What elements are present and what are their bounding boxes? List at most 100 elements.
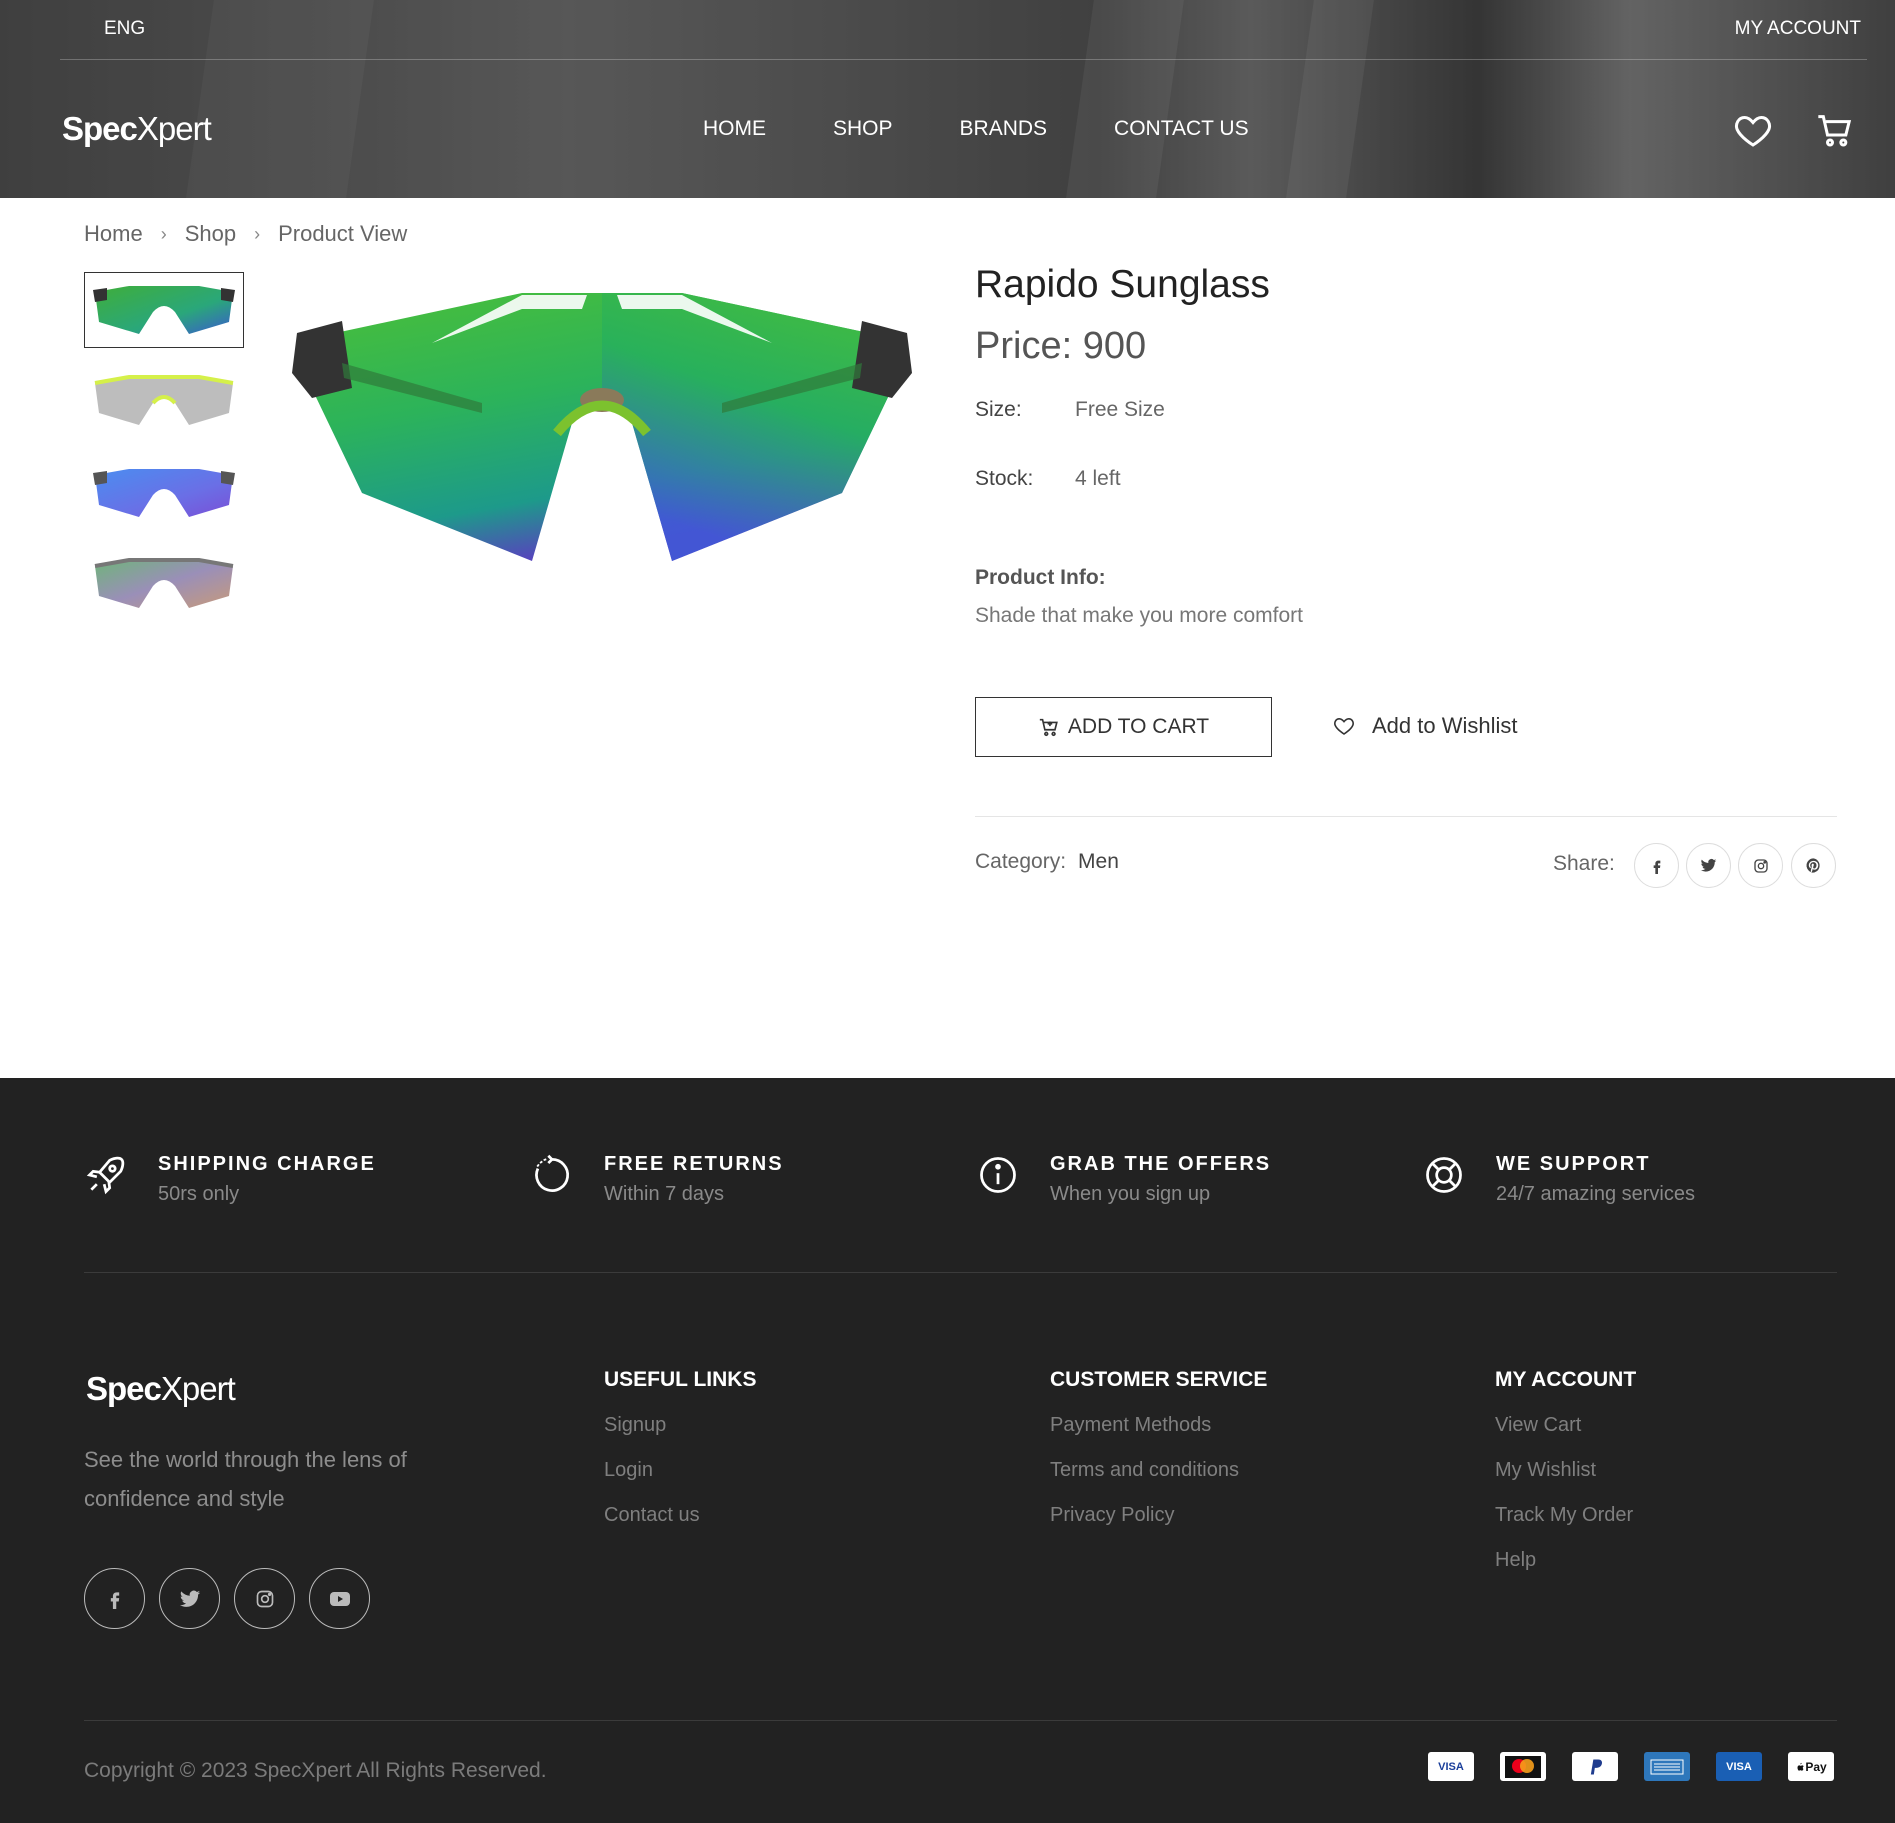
footer-link-view-cart[interactable]: View Cart — [1495, 1414, 1636, 1459]
footer-instagram-icon[interactable] — [234, 1568, 295, 1629]
breadcrumb-home[interactable]: Home — [84, 221, 143, 247]
cart-icon — [1039, 718, 1058, 737]
thumbnail-rainbow[interactable] — [84, 546, 244, 622]
logo-light: Xpert — [136, 110, 212, 147]
footer-divider — [84, 1272, 1837, 1273]
breadcrumb-current: Product View — [278, 221, 408, 246]
thumbnail-silver[interactable] — [84, 363, 244, 439]
product-divider — [975, 816, 1837, 817]
main-nav: HOME SHOP BRANDS CONTACT US — [703, 117, 1316, 141]
category-label: Category: — [975, 850, 1067, 873]
add-to-wishlist-label: Add to Wishlist — [1372, 713, 1518, 738]
size-label: Size: — [975, 398, 1022, 421]
footer-link-signup[interactable]: Signup — [604, 1414, 756, 1459]
useful-links-column: USEFUL LINKS Signup Login Contact us — [604, 1368, 756, 1549]
stock-value: 4 left — [1075, 467, 1121, 490]
footer-logo-light: Xpert — [160, 1370, 236, 1407]
footer-twitter-icon[interactable] — [159, 1568, 220, 1629]
feature-title: SHIPPING CHARGE — [158, 1153, 376, 1175]
wishlist-heart-icon[interactable] — [1733, 110, 1773, 150]
breadcrumb: Home › Shop › Product View — [84, 221, 407, 247]
footer-link-contact[interactable]: Contact us — [604, 1504, 756, 1549]
site-header: ENG MY ACCOUNT SpecXpert HOME SHOP BRAND… — [0, 0, 1895, 198]
feature-title: FREE RETURNS — [604, 1153, 784, 1175]
add-to-cart-label: ADD TO CART — [1067, 715, 1210, 738]
share-label: Share: — [1553, 852, 1615, 875]
site-logo[interactable]: SpecXpert — [62, 110, 212, 148]
visa-label: VISA — [1438, 1760, 1464, 1773]
feature-subtitle: Within 7 days — [604, 1183, 725, 1205]
amex-icon — [1644, 1752, 1690, 1781]
useful-links-heading: USEFUL LINKS — [604, 1368, 757, 1391]
site-footer: SHIPPING CHARGE 50rs only FREE RETURNS W… — [0, 1078, 1895, 1823]
my-account-heading: MY ACCOUNT — [1495, 1368, 1637, 1391]
nav-home[interactable]: HOME — [703, 117, 766, 141]
footer-link-privacy[interactable]: Privacy Policy — [1050, 1504, 1267, 1549]
apple-pay-icon: Pay — [1788, 1752, 1834, 1781]
return-icon — [530, 1153, 574, 1197]
footer-tagline: See the world through the lens of confid… — [84, 1447, 407, 1511]
share-instagram-icon[interactable] — [1738, 843, 1783, 888]
product-info-heading: Product Info: — [975, 566, 1106, 589]
share-pinterest-icon[interactable] — [1791, 843, 1836, 888]
feature-title: GRAB THE OFFERS — [1050, 1153, 1272, 1175]
my-account-link[interactable]: MY ACCOUNT — [1735, 18, 1861, 40]
heart-icon — [1334, 717, 1354, 735]
nav-shop[interactable]: SHOP — [833, 117, 893, 141]
lifebuoy-icon — [1422, 1153, 1466, 1197]
visa-electron-label: VISA — [1726, 1760, 1752, 1773]
footer-bottom-divider — [84, 1720, 1837, 1721]
footer-link-login[interactable]: Login — [604, 1459, 756, 1504]
thumbnail-blue[interactable] — [84, 455, 244, 531]
customer-service-column: CUSTOMER SERVICE Payment Methods Terms a… — [1050, 1368, 1267, 1549]
my-account-column: MY ACCOUNT View Cart My Wishlist Track M… — [1495, 1368, 1636, 1594]
size-row: Size: Free Size — [975, 398, 1165, 422]
language-selector[interactable]: ENG — [104, 18, 145, 40]
topbar-divider — [60, 59, 1867, 60]
footer-youtube-icon[interactable] — [309, 1568, 370, 1629]
footer-link-terms[interactable]: Terms and conditions — [1050, 1459, 1267, 1504]
footer-facebook-icon[interactable] — [84, 1568, 145, 1629]
breadcrumb-chevron-icon: › — [254, 223, 261, 244]
add-to-cart-button[interactable]: ADD TO CART — [975, 697, 1272, 757]
visa-icon: VISA — [1428, 1752, 1474, 1781]
footer-link-wishlist[interactable]: My Wishlist — [1495, 1459, 1636, 1504]
footer-link-payment[interactable]: Payment Methods — [1050, 1414, 1267, 1459]
apple-pay-label: Pay — [1805, 1759, 1827, 1774]
product-main-image — [282, 283, 922, 573]
copyright-text: Copyright © 2023 SpecXpert All Rights Re… — [84, 1759, 547, 1782]
category-row: Category: Men — [975, 850, 1119, 874]
add-to-wishlist-button[interactable]: Add to Wishlist — [1332, 713, 1518, 739]
nav-contact-us[interactable]: CONTACT US — [1114, 117, 1249, 141]
share-twitter-icon[interactable] — [1686, 843, 1731, 888]
visa-electron-icon: VISA — [1716, 1752, 1762, 1781]
customer-service-heading: CUSTOMER SERVICE — [1050, 1368, 1268, 1391]
feature-subtitle: 50rs only — [158, 1183, 240, 1205]
feature-subtitle: 24/7 amazing services — [1496, 1183, 1695, 1205]
stock-row: Stock: 4 left — [975, 467, 1121, 491]
feature-subtitle: When you sign up — [1050, 1183, 1211, 1205]
info-icon — [976, 1153, 1020, 1197]
product-title: Rapido Sunglass — [975, 263, 1270, 306]
logo-bold: Spec — [62, 110, 138, 147]
footer-logo[interactable]: SpecXpert — [86, 1370, 236, 1408]
rocket-icon — [84, 1153, 128, 1197]
share-facebook-icon[interactable] — [1634, 843, 1679, 888]
footer-logo-bold: Spec — [86, 1370, 162, 1407]
product-info-text: Shade that make you more comfort — [975, 604, 1303, 627]
category-value[interactable]: Men — [1078, 850, 1119, 873]
product-price: Price: 900 — [975, 325, 1147, 367]
stock-label: Stock: — [975, 467, 1034, 490]
header-overlay — [0, 0, 1895, 198]
nav-brands[interactable]: BRANDS — [960, 117, 1048, 141]
size-value: Free Size — [1075, 398, 1165, 421]
mastercard-icon — [1500, 1752, 1546, 1781]
feature-title: WE SUPPORT — [1496, 1153, 1651, 1175]
breadcrumb-shop[interactable]: Shop — [185, 221, 236, 247]
paypal-icon — [1572, 1752, 1618, 1781]
cart-icon[interactable] — [1815, 110, 1855, 150]
thumbnail-green[interactable] — [84, 272, 244, 348]
footer-link-track-order[interactable]: Track My Order — [1495, 1504, 1636, 1549]
breadcrumb-chevron-icon: › — [160, 223, 167, 244]
footer-link-help[interactable]: Help — [1495, 1549, 1636, 1594]
